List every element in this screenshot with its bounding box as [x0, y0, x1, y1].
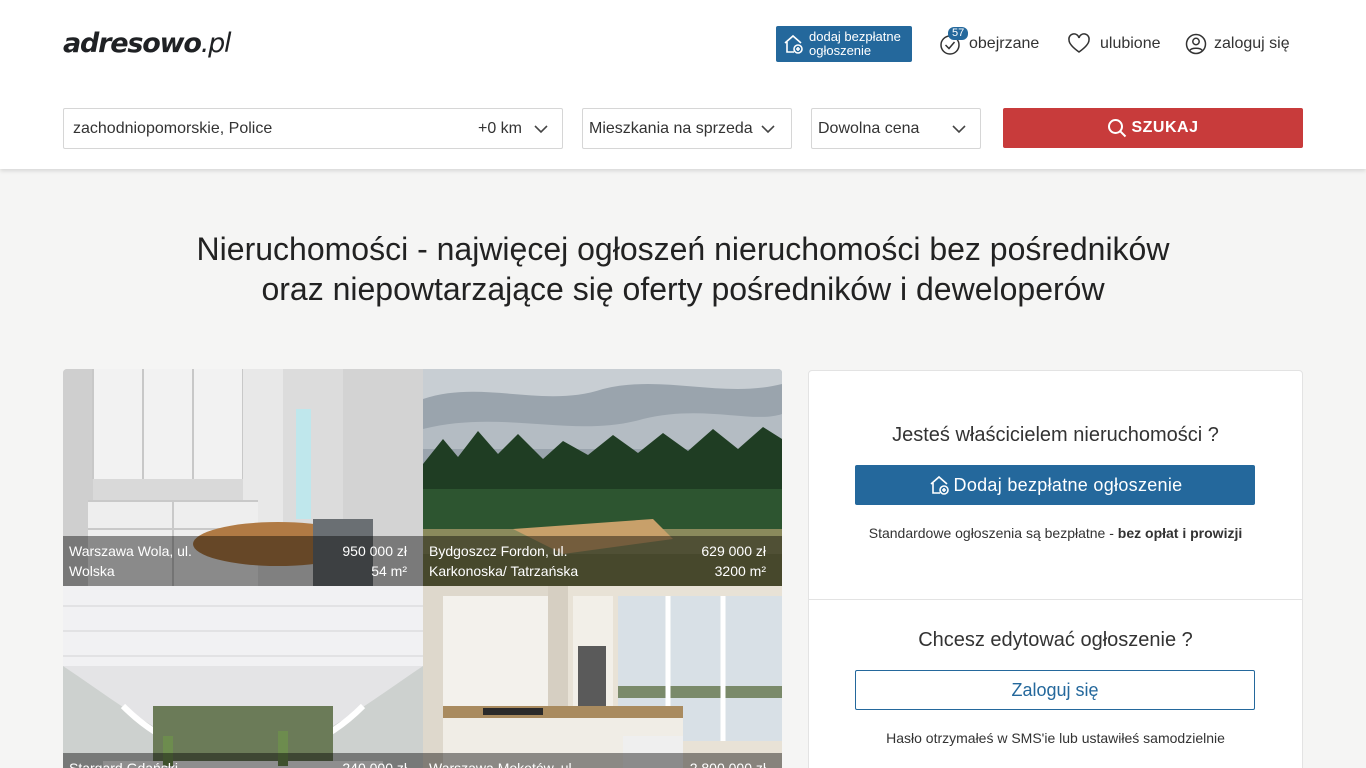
listing-area: 54 m² — [371, 563, 407, 579]
price-value: Dowolna cena — [818, 119, 920, 137]
page-headline: Nieruchomości - najwięcej ogłoszeń nieru… — [100, 229, 1266, 309]
panel-add-listing-label: Dodaj bezpłatne ogłoszenie — [953, 474, 1183, 495]
magnifier-icon — [1108, 119, 1127, 138]
password-note: Hasło otrzymałeś w SMS'ie lub ustawiłeś … — [886, 730, 1225, 746]
listing-address: Warszawa Mokotów, ul. — [429, 760, 576, 768]
listing-area: 3200 m² — [714, 563, 766, 579]
listing-address: Warszawa Wola, ul. — [69, 543, 192, 559]
search-button[interactable]: SZUKAJ — [1003, 108, 1303, 148]
listing-address: Stargard Gdański — [69, 760, 178, 768]
location-select[interactable]: zachodniopomorskie, Police +0 km — [63, 108, 563, 149]
listing-caption: Warszawa Mokotów, ul. 2 800 000 zł — [423, 753, 782, 768]
listing-price: 629 000 zł — [701, 543, 766, 559]
listing-price: 2 800 000 zł — [689, 760, 766, 768]
listing-address: Wolska — [69, 563, 115, 579]
seen-count-badge: 57 — [948, 27, 969, 40]
house-plus-icon — [784, 34, 803, 54]
search-button-label: SZUKAJ — [1131, 119, 1199, 136]
chevron-down-icon — [952, 124, 966, 133]
add-listing-line1: dodaj bezpłatne — [809, 29, 901, 44]
login-label: zaloguj się — [1214, 35, 1290, 52]
listing-caption: Bydgoszcz Fordon, ul. Karkonoska/ Tatrzań… — [423, 536, 782, 586]
add-listing-button[interactable]: dodaj bezpłatne ogłoszenie — [776, 26, 912, 62]
listing-tile[interactable]: Warszawa Wola, ul. Wolska 950 000 zł 54 m² — [63, 369, 423, 586]
chevron-down-icon — [534, 124, 548, 133]
listing-caption: Warszawa Wola, ul. Wolska 950 000 zł 54 m² — [63, 536, 423, 586]
listing-address: Karkonoska/ Tatrzańska — [429, 563, 579, 579]
owner-question: Jesteś właścicielem nieruchomości ? — [892, 424, 1219, 446]
panel-add-listing-button[interactable]: Dodaj bezpłatne ogłoszenie — [855, 465, 1255, 505]
owner-panel: Jesteś właścicielem nieruchomości ? Doda… — [808, 370, 1303, 768]
nav-favorites[interactable]: ulubione — [1067, 31, 1161, 57]
location-value: zachodniopomorskie, Police — [73, 119, 273, 137]
free-listing-note: Standardowe ogłoszenia są bezpłatne - be… — [868, 525, 1243, 541]
listing-address: Bydgoszcz Fordon, ul. — [429, 543, 568, 559]
house-plus-icon — [929, 475, 949, 495]
listing-caption: Stargard Gdański 240 000 zł — [63, 753, 423, 768]
panel-login-label: Zaloguj się — [1011, 679, 1099, 700]
nav-login[interactable]: zaloguj się — [1185, 31, 1290, 57]
featured-listings-grid: Warszawa Wola, ul. Wolska 950 000 zł 54 m²… — [63, 369, 782, 768]
listing-price: 950 000 zł — [342, 543, 407, 559]
headline-line2: oraz niepowtarzające się oferty pośredni… — [261, 271, 1105, 307]
listing-photo — [63, 586, 423, 768]
listing-tile[interactable]: Stargard Gdański 240 000 zł — [63, 586, 423, 768]
property-type-value: Mieszkania na sprzedaż — [589, 119, 753, 137]
site-logo[interactable]: adresowo.pl — [63, 28, 231, 59]
favorites-label: ulubione — [1100, 35, 1161, 52]
panel-login-button[interactable]: Zaloguj się — [855, 670, 1255, 710]
site-header: adresowo.pl dodaj bezpłatne ogłoszenie 5… — [0, 0, 1366, 169]
price-select[interactable]: Dowolna cena — [811, 108, 981, 149]
property-type-select[interactable]: Mieszkania na sprzedaż — [582, 108, 792, 149]
free-listing-note-bold: bez opłat i prowizji — [1117, 525, 1243, 541]
listing-tile[interactable]: Bydgoszcz Fordon, ul. Karkonoska/ Tatrzań… — [423, 369, 782, 586]
listing-photo — [423, 586, 782, 768]
nav-seen[interactable]: 57 obejrzane — [938, 27, 1040, 57]
user-circle-icon — [1185, 33, 1207, 55]
panel-divider — [809, 599, 1302, 600]
listing-tile[interactable]: Warszawa Mokotów, ul. 2 800 000 zł — [423, 586, 782, 768]
radius-value[interactable]: +0 km — [478, 120, 522, 138]
chevron-down-icon — [761, 124, 775, 133]
heart-icon — [1068, 33, 1090, 53]
add-listing-line2: ogłoszenie — [809, 43, 872, 58]
headline-line1: Nieruchomości - najwięcej ogłoszeń nieru… — [196, 231, 1170, 267]
listing-price: 240 000 zł — [342, 760, 407, 768]
edit-question: Chcesz edytować ogłoszenie ? — [918, 629, 1193, 651]
seen-label: obejrzane — [969, 35, 1040, 52]
